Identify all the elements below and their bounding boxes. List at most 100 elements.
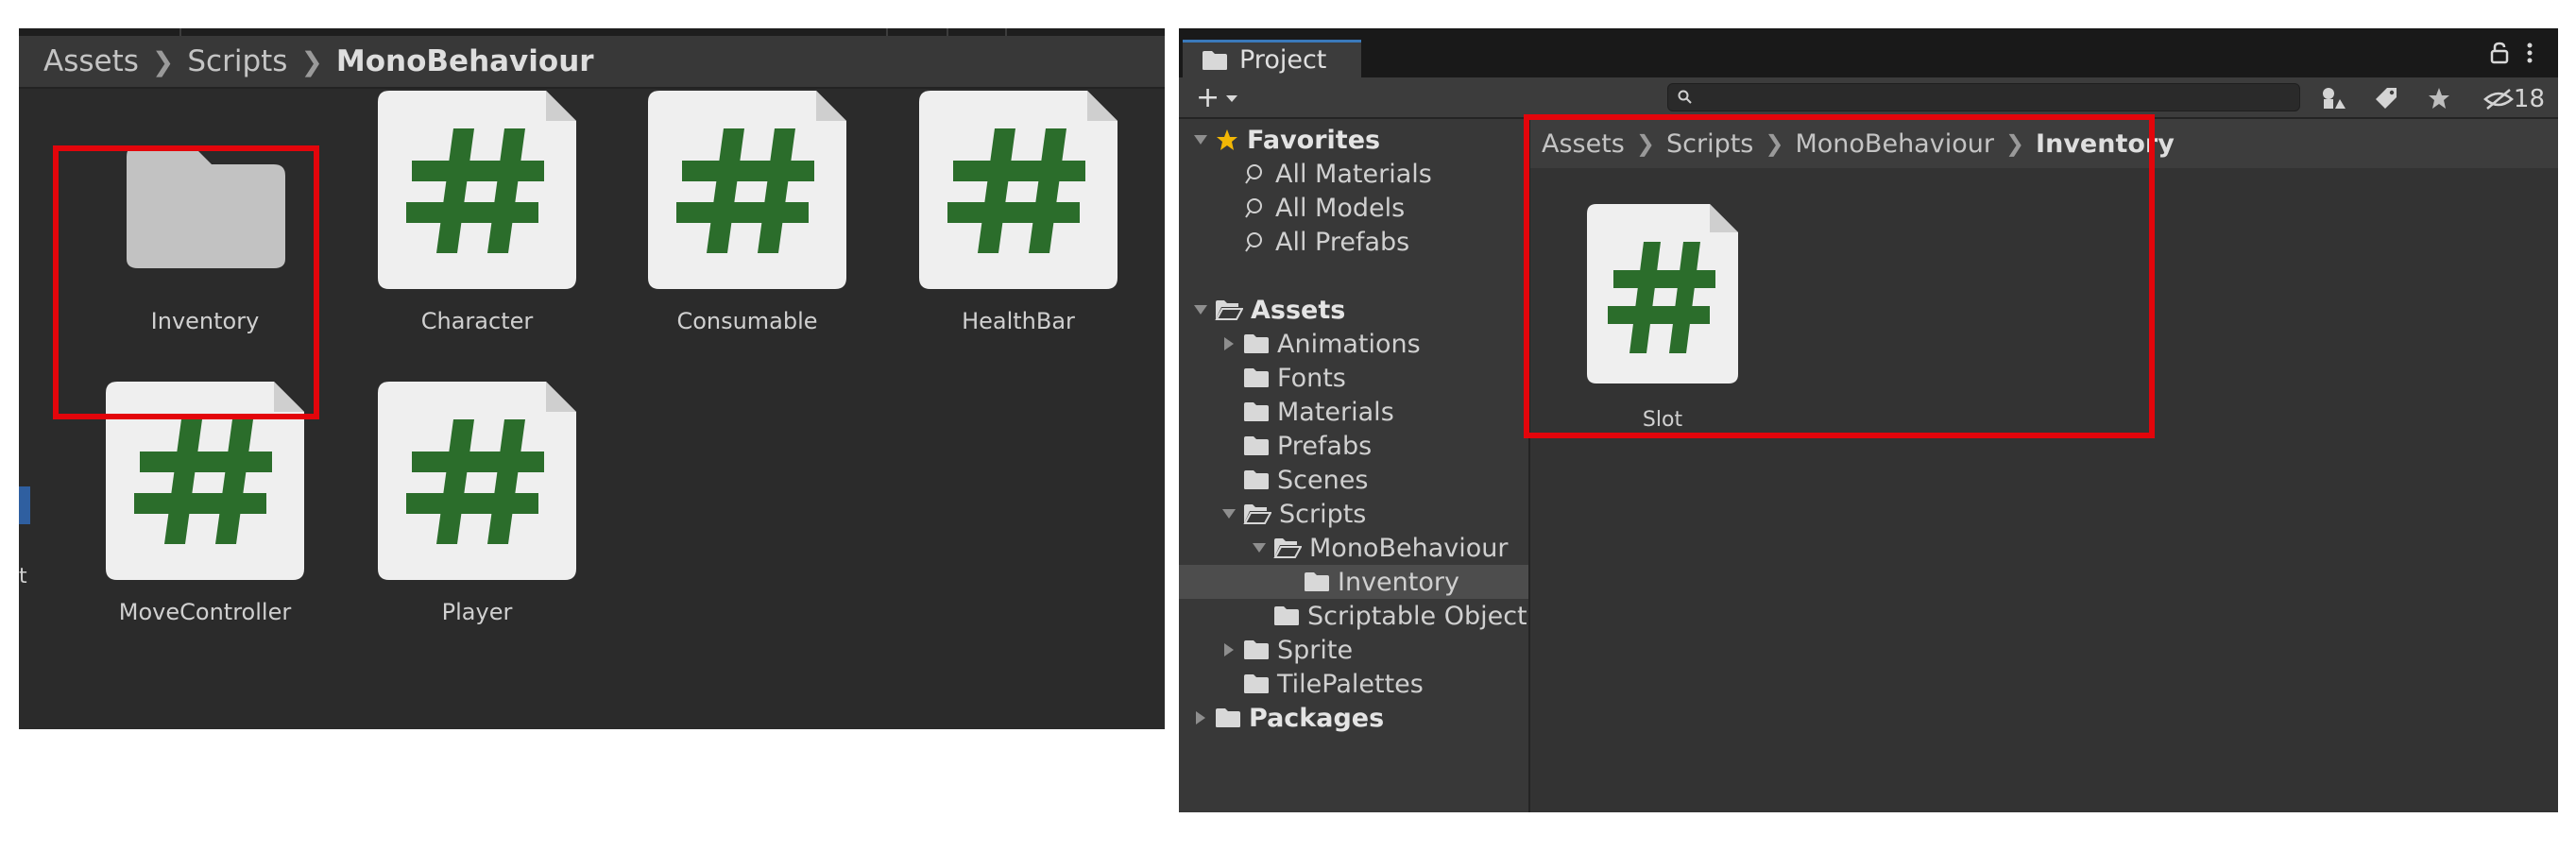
tree-item-favorites[interactable]: Favorites [1179,123,1528,157]
hidden-packages-toggle[interactable]: 18 [2482,85,2545,113]
left-top-strip [19,28,1165,36]
tree-item-prefabs[interactable]: Prefabs [1179,429,1528,463]
tree-item-packages[interactable]: Packages [1179,701,1528,735]
asset-label: Character [420,308,534,334]
script-icon [378,91,576,289]
highlight-box [53,145,319,419]
breadcrumb-scripts[interactable]: Scripts [187,44,287,78]
tree-label: All Models [1275,193,1406,223]
tree-label: All Materials [1275,159,1432,189]
tree-label: Scenes [1277,465,1369,495]
left-project-panel: Assets ❯ Scripts ❯ MonoBehaviour Invento… [19,28,1165,729]
folder-icon [1244,334,1269,353]
tree-label: Fonts [1277,363,1346,393]
triangle-down-icon [1194,135,1207,145]
tree-item-tilepalettes[interactable]: TilePalettes [1179,667,1528,701]
triangle-right-icon [1196,711,1205,724]
asset-label: MoveController [118,599,292,625]
folder-icon [1244,674,1269,693]
search-icon [1245,164,1262,184]
eye-hidden-icon [2482,89,2514,110]
tree-item-all-prefabs[interactable]: All Prefabs [1179,225,1528,259]
tree-item-animations[interactable]: Animations [1179,327,1528,361]
folder-open-icon [1215,300,1243,320]
folder-icon [1244,368,1269,387]
search-icon [1678,90,1692,104]
hidden-count-text: 18 [2513,85,2545,113]
folder-icon [1244,436,1269,455]
tree-label: Packages [1249,703,1385,733]
chevron-right-icon: ❯ [151,45,175,77]
asset-label: Consumable [676,308,818,334]
plus-icon: + [1196,81,1220,114]
tree-item-assets[interactable]: Assets [1179,293,1528,327]
tree-label: Scripts [1279,499,1367,529]
folder-icon [1203,50,1227,70]
folder-icon [1244,402,1269,421]
triangle-right-icon [1224,643,1234,656]
tab-bar: Project [1179,28,2558,77]
filter-by-label-button[interactable] [2365,83,2407,113]
tree-item-inventory[interactable]: Inventory [1179,565,1528,599]
tree-item-scriptable-objects[interactable]: Scriptable Object [1179,599,1528,633]
tree-label: MonoBehaviour [1309,533,1509,563]
add-button[interactable]: + [1196,81,1238,114]
folder-icon [1274,606,1299,625]
tree-item-all-models[interactable]: All Models [1179,191,1528,225]
filter-icon [2323,88,2346,109]
toolbar: + 18 [1179,77,2558,119]
folder-open-icon [1273,538,1302,558]
edge-text: t [19,565,27,588]
tree-label: Scriptable Object [1307,601,1527,631]
folder-icon [1305,572,1329,591]
tree-item-materials[interactable]: Materials [1179,395,1528,429]
tree-label: TilePalettes [1277,669,1424,699]
tree-item-fonts[interactable]: Fonts [1179,361,1528,395]
filter-by-type-button[interactable] [2312,83,2354,113]
tree-label: Sprite [1277,635,1354,665]
tab-project[interactable]: Project [1183,40,1361,77]
breadcrumb-assets[interactable]: Assets [43,44,139,78]
breadcrumb-monobehaviour[interactable]: MonoBehaviour [336,44,594,78]
script-icon [919,91,1117,289]
tree-label: Prefabs [1277,431,1373,461]
folder-open-icon [1243,504,1271,524]
sidebar-selection-edge [19,486,30,524]
chevron-right-icon: ❯ [300,45,323,77]
search-icon [1245,198,1262,218]
tree-label: All Prefabs [1275,227,1410,257]
tab-label: Project [1239,45,1327,75]
tree-label: Materials [1277,397,1394,427]
project-tree: Favorites All Materials All Models All P… [1179,119,1530,812]
star-icon [1217,129,1237,150]
script-icon [378,382,576,580]
tree-label: Assets [1251,295,1346,325]
highlight-box [1524,114,2155,438]
tree-item-monobehaviour[interactable]: MonoBehaviour [1179,531,1528,565]
star-icon [2429,88,2449,109]
more-icon[interactable] [2526,42,2533,64]
lock-icon[interactable] [2490,42,2509,64]
triangle-right-icon [1224,337,1234,350]
left-breadcrumb: Assets ❯ Scripts ❯ MonoBehaviour [19,36,1165,89]
tree-item-all-materials[interactable]: All Materials [1179,157,1528,191]
triangle-down-icon [1222,509,1236,519]
triangle-down-icon [1253,543,1266,553]
favorite-button[interactable] [2418,83,2460,113]
chevron-down-icon [1226,94,1238,102]
tree-item-sprite[interactable]: Sprite [1179,633,1528,667]
tree-item-scenes[interactable]: Scenes [1179,463,1528,497]
tree-item-scripts[interactable]: Scripts [1179,497,1528,531]
left-asset-grid: Inventory Character Consumable HealthBar… [19,91,1165,729]
asset-label: HealthBar [962,308,1075,334]
search-icon [1245,232,1262,252]
folder-icon [1244,470,1269,489]
folder-icon [1216,708,1240,727]
tag-icon [2376,88,2397,109]
search-input[interactable] [1667,83,2300,111]
tree-label: Inventory [1338,567,1459,597]
triangle-down-icon [1194,305,1207,315]
tree-label: Favorites [1247,125,1381,155]
script-icon [648,91,846,289]
asset-label: Player [441,599,513,625]
